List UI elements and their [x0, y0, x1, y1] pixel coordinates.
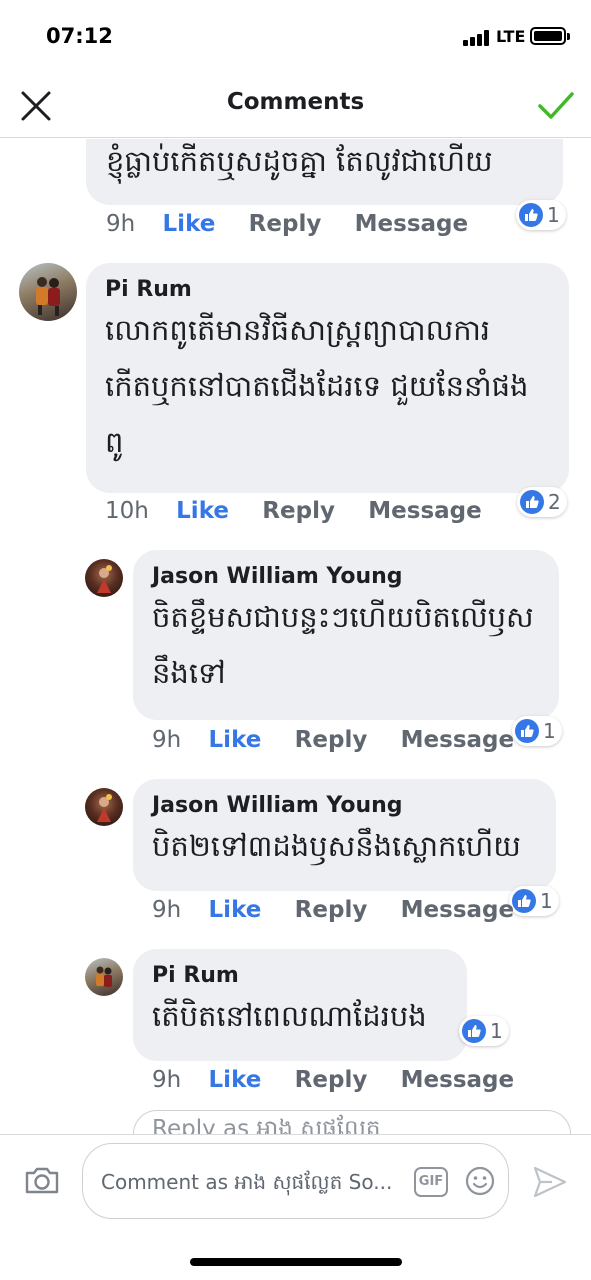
- reaction-number: 1: [540, 889, 553, 913]
- like-button[interactable]: Like: [163, 211, 216, 237]
- battery-icon: [530, 27, 566, 45]
- send-icon: [533, 1166, 567, 1198]
- reaction-count[interactable]: 1: [509, 886, 559, 916]
- thumbs-up-icon: [462, 1019, 486, 1043]
- avatar[interactable]: [85, 559, 123, 597]
- reply-button[interactable]: Reply: [249, 211, 322, 237]
- reaction-count[interactable]: 1: [459, 1016, 509, 1046]
- reaction-number: 1: [490, 1019, 503, 1043]
- comment-text: តើបិតនៅពេលណាដែរបង: [152, 999, 427, 1033]
- comment-text: បិត២ទៅ៣ដងឫសនឹងស្លោកហើយ: [152, 829, 521, 863]
- reaction-number: 1: [543, 719, 556, 743]
- signal-icon: [463, 30, 493, 46]
- comment-text: ខ្ញុំធ្លាប់កើតឬសដូចគ្នា តែលូវជាហើយ: [106, 144, 493, 178]
- person-photo-icon: [36, 277, 60, 316]
- reaction-count[interactable]: 1: [516, 200, 566, 230]
- checkmark-icon: [538, 92, 574, 119]
- comment-time: 9h: [152, 1067, 182, 1093]
- comment-text: ចិតខ្ទឹមសជាបន្ទះៗហើយបិតលើឫស នឹងទៅ: [152, 600, 534, 690]
- thumbs-up-icon: [515, 719, 539, 743]
- thumbs-up-icon: [519, 203, 543, 227]
- message-button[interactable]: Message: [355, 211, 468, 237]
- like-button[interactable]: Like: [209, 897, 262, 923]
- comment-actions: 10h Like Reply Message: [105, 498, 482, 524]
- comment-actions: 9h Like Reply Message: [152, 897, 514, 923]
- camera-button[interactable]: [24, 1163, 60, 1197]
- status-bar: 07:12 LTE: [0, 0, 591, 74]
- avatar[interactable]: [85, 788, 123, 826]
- person-photo-icon: [97, 794, 112, 822]
- reply-button[interactable]: Reply: [295, 727, 368, 753]
- like-button[interactable]: Like: [209, 1067, 262, 1093]
- comment-time: 10h: [105, 498, 149, 524]
- message-button[interactable]: Message: [401, 897, 514, 923]
- reply-input[interactable]: Reply as អាង សុផល្លែត: [133, 1110, 571, 1134]
- emoji-icon: [465, 1166, 495, 1196]
- comment-input[interactable]: Comment as អាង សុផល្លែត So... GIF: [82, 1143, 509, 1219]
- status-time: 07:12: [46, 24, 113, 48]
- camera-icon: [25, 1167, 59, 1194]
- comment-composer: Comment as អាង សុផល្លែត So... GIF: [0, 1134, 591, 1280]
- avatar[interactable]: [19, 263, 77, 321]
- gif-button[interactable]: GIF: [414, 1167, 448, 1197]
- comment-placeholder: Comment as អាង សុផល្លែត So...: [101, 1170, 393, 1194]
- reaction-number: 2: [548, 490, 561, 514]
- comment-author[interactable]: Pi Rum: [152, 963, 239, 988]
- reply-button[interactable]: Reply: [295, 1067, 368, 1093]
- page-title: Comments: [226, 89, 365, 115]
- comment-time: 9h: [106, 211, 136, 237]
- header: Comments: [0, 74, 591, 138]
- thumbs-up-icon: [520, 490, 544, 514]
- message-button[interactable]: Message: [368, 498, 481, 524]
- message-button[interactable]: Message: [401, 727, 514, 753]
- comment-actions: 9h Like Reply Message: [152, 727, 514, 753]
- reaction-number: 1: [547, 203, 560, 227]
- comment-author[interactable]: Jason William Young: [152, 793, 403, 818]
- reaction-count[interactable]: 1: [512, 716, 562, 746]
- send-button[interactable]: [532, 1165, 568, 1199]
- network-label: LTE: [496, 27, 526, 46]
- person-photo-icon: [97, 565, 112, 593]
- emoji-button[interactable]: [464, 1165, 496, 1197]
- comment-time: 9h: [152, 897, 182, 923]
- avatar[interactable]: [85, 958, 123, 996]
- done-button[interactable]: [536, 88, 576, 124]
- thumbs-up-icon: [512, 889, 536, 913]
- comment-actions: 9h Like Reply Message: [152, 1067, 514, 1093]
- reaction-count[interactable]: 2: [517, 487, 567, 517]
- reply-button[interactable]: Reply: [295, 897, 368, 923]
- message-button[interactable]: Message: [401, 1067, 514, 1093]
- reply-placeholder: Reply as អាង សុផល្លែត: [152, 1116, 381, 1134]
- comment-time: 9h: [152, 727, 182, 753]
- like-button[interactable]: Like: [176, 498, 229, 524]
- comment-actions: 9h Like Reply Message: [106, 211, 468, 237]
- comment-author[interactable]: Pi Rum: [105, 277, 192, 302]
- home-indicator: [190, 1258, 402, 1266]
- like-button[interactable]: Like: [209, 727, 262, 753]
- person-photo-icon: [96, 966, 112, 987]
- reply-button[interactable]: Reply: [262, 498, 335, 524]
- comment-text: លោកពូតើមានវិធីសាស្រ្តព្យាបាលការ កើតឬកនៅប…: [105, 313, 529, 459]
- comments-list[interactable]: ខ្ញុំធ្លាប់កើតឬសដូចគ្នា តែលូវជាហើយ 1 9h …: [0, 139, 591, 1134]
- comment-author[interactable]: Jason William Young: [152, 564, 403, 589]
